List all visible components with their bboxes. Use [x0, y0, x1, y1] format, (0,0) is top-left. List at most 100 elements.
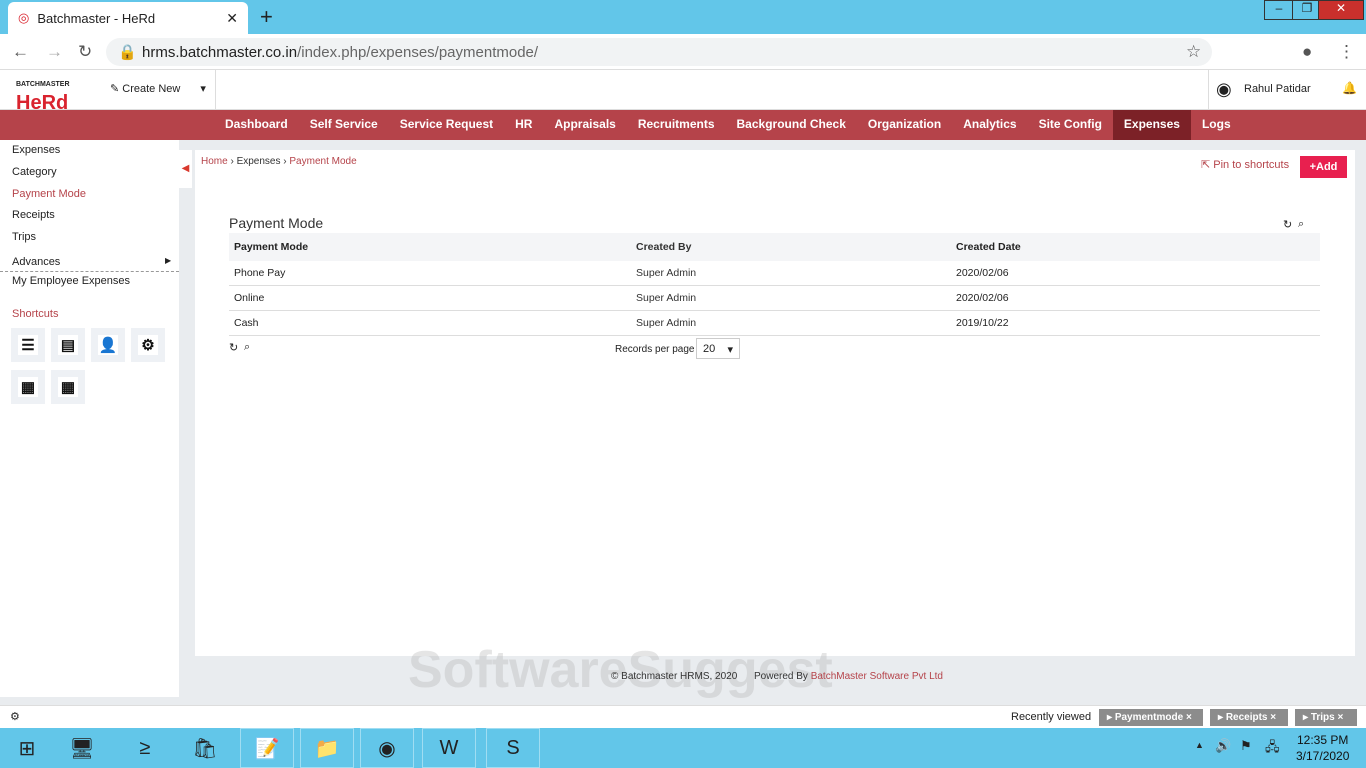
shortcut-gear-icon[interactable]: ⚙	[131, 328, 165, 362]
nav-site-config[interactable]: Site Config	[1028, 110, 1113, 140]
browser-tab[interactable]: ◎ Batchmaster - HeRd ✕	[8, 2, 248, 34]
caret-right-icon: ▶	[165, 256, 172, 265]
recent-item-receipts[interactable]: ▸ Receipts ×	[1210, 709, 1288, 726]
user-name[interactable]: Rahul Patidar	[1244, 83, 1311, 95]
sidebar-item-trips[interactable]: Trips	[12, 231, 36, 243]
store-icon[interactable]: 🛍	[178, 728, 232, 768]
shortcut-add-user-icon[interactable]: 👤	[91, 328, 125, 362]
chrome-icon[interactable]: ◉	[360, 728, 414, 768]
watermark: SoftwareSuggest	[408, 641, 833, 699]
shortcut-document-icon[interactable]: ☰	[11, 328, 45, 362]
recent-item-paymentmode[interactable]: ▸ Paymentmode ×	[1099, 709, 1203, 726]
records-per-page-select[interactable]: 20 ▾	[696, 338, 740, 359]
start-windows-icon[interactable]: ⊞	[0, 728, 54, 768]
volume-icon[interactable]: 🔊	[1215, 738, 1231, 754]
bookmark-star-icon[interactable]: ☆	[1186, 42, 1201, 62]
minimize-button[interactable]: –	[1264, 0, 1294, 20]
column-header[interactable]: Created By	[636, 241, 956, 253]
skype-icon[interactable]: S	[486, 728, 540, 768]
taskbar: ⊞ 🖥 ≥ 🛍 📝 📁 ◉ W S ▲ 🔊 ⚑ 🖧 12:35 PM 3/17/2…	[0, 728, 1366, 768]
shortcuts-label: Shortcuts	[12, 308, 59, 320]
breadcrumb-current: Payment Mode	[289, 156, 357, 167]
column-header[interactable]: Created Date	[956, 241, 1320, 253]
shortcut-user-document-icon[interactable]: ▤	[51, 328, 85, 362]
recently-viewed-label: Recently viewed	[1011, 711, 1092, 723]
nav-service-request[interactable]: Service Request	[389, 110, 504, 140]
close-tab-icon[interactable]: ✕	[226, 10, 238, 27]
column-header[interactable]: Payment Mode	[229, 241, 636, 253]
nav-dashboard[interactable]: Dashboard	[214, 110, 299, 140]
sidebar: Expenses Category Payment Mode Receipts …	[0, 140, 179, 697]
collapse-sidebar-icon[interactable]: ◀	[179, 150, 192, 188]
search-icon[interactable]: ⌕	[1298, 218, 1304, 231]
nav-logs[interactable]: Logs	[1191, 110, 1242, 140]
footer: © Batchmaster HRMS, 2020 Powered By Batc…	[611, 671, 943, 682]
settings-gear-icon[interactable]: ⚙	[10, 710, 20, 723]
powershell-icon[interactable]: ≥	[118, 728, 172, 768]
sidebar-item-receipts[interactable]: Receipts	[12, 209, 55, 221]
table-row[interactable]: Online Super Admin 2020/02/06	[229, 286, 1320, 311]
share-icon: ⇱	[1201, 159, 1214, 171]
nav-analytics[interactable]: Analytics	[952, 110, 1027, 140]
pin-to-shortcuts-button[interactable]: ⇱ Pin to shortcuts	[1201, 158, 1289, 171]
favicon-icon: ◎	[18, 10, 30, 25]
sidebar-item-expenses[interactable]: Expenses	[12, 144, 60, 156]
nav-self-service[interactable]: Self Service	[299, 110, 389, 140]
system-clock[interactable]: 12:35 PM 3/17/2020	[1296, 732, 1349, 764]
refresh-icon[interactable]: ↻	[229, 341, 238, 354]
sidebar-item-payment-mode[interactable]: Payment Mode	[12, 188, 86, 200]
notepad-icon[interactable]: 📝	[240, 728, 294, 768]
word-icon[interactable]: W	[422, 728, 476, 768]
records-per-page-label: Records per page	[615, 344, 695, 355]
nav-organization[interactable]: Organization	[857, 110, 952, 140]
breadcrumb-home[interactable]: Home	[201, 156, 228, 167]
sidebar-item-my-employee-expenses[interactable]: My Employee Expenses	[12, 275, 130, 287]
recent-item-trips[interactable]: ▸ Trips ×	[1295, 709, 1357, 726]
payment-mode-table: Payment Mode Created By Created Date Phone…	[229, 233, 1320, 336]
nav-background-check[interactable]: Background Check	[726, 110, 857, 140]
reload-icon[interactable]: ↻	[78, 42, 92, 62]
main-nav: Dashboard Self Service Service Request H…	[0, 110, 1366, 140]
file-explorer-icon[interactable]: 📁	[300, 728, 354, 768]
back-icon[interactable]: ←	[12, 42, 29, 62]
recently-viewed-bar: ⚙ Recently viewed ▸ Paymentmode × ▸ Rece…	[0, 705, 1366, 728]
bell-icon[interactable]: 🔔	[1342, 81, 1357, 95]
tray-overflow-icon[interactable]: ▲	[1195, 740, 1204, 750]
company-link[interactable]: BatchMaster Software Pvt Ltd	[811, 671, 943, 682]
sidebar-item-advances[interactable]: Advances	[12, 256, 60, 268]
menu-icon[interactable]: ⋮	[1338, 42, 1355, 62]
server-manager-icon[interactable]: 🖥	[55, 728, 109, 768]
breadcrumb: Home › Expenses › Payment Mode	[201, 156, 357, 167]
close-window-button[interactable]: ✕	[1318, 0, 1364, 20]
address-bar: ← → ↻ 🔒 hrms.batchmaster.co.in/index.php/…	[0, 34, 1366, 70]
shortcut-grid-icon[interactable]: ▦	[51, 370, 85, 404]
edit-icon: ✎	[110, 83, 123, 95]
table-row[interactable]: Cash Super Admin 2019/10/22	[229, 311, 1320, 336]
shortcut-grid-icon[interactable]: ▦	[11, 370, 45, 404]
nav-expenses[interactable]: Expenses	[1112, 110, 1191, 140]
action-center-flag-icon[interactable]: ⚑	[1240, 738, 1252, 754]
profile-icon[interactable]: ●	[1302, 42, 1312, 62]
new-tab-button[interactable]: +	[260, 4, 273, 30]
content-panel: Home › Expenses › Payment Mode ⇱ Pin to …	[195, 150, 1355, 656]
logo[interactable]: BATCHMASTER HeRd	[16, 76, 70, 113]
add-button[interactable]: +Add	[1300, 156, 1347, 178]
table-header: Payment Mode Created By Created Date	[229, 233, 1320, 261]
breadcrumb-expenses[interactable]: Expenses	[237, 156, 281, 167]
lock-icon: 🔒	[118, 44, 137, 61]
forward-icon[interactable]: →	[46, 42, 63, 62]
browser-tab-bar: ◎ Batchmaster - HeRd ✕ + – ❐ ✕	[0, 0, 1366, 34]
nav-appraisals[interactable]: Appraisals	[543, 110, 626, 140]
table-row[interactable]: Phone Pay Super Admin 2020/02/06	[229, 261, 1320, 286]
page-title: Payment Mode	[229, 215, 324, 231]
url-input[interactable]: 🔒 hrms.batchmaster.co.in/index.php/expens…	[106, 38, 1212, 66]
avatar[interactable]: ◉	[1216, 79, 1232, 100]
search-icon[interactable]: ⌕	[244, 341, 250, 354]
sidebar-item-category[interactable]: Category	[12, 166, 57, 178]
network-icon[interactable]: 🖧	[1265, 738, 1280, 760]
refresh-icon[interactable]: ↻	[1283, 218, 1292, 231]
app-header: BATCHMASTER HeRd ✎ Create New ▾ ◉ Rahul Pa…	[0, 70, 1366, 113]
nav-recruitments[interactable]: Recruitments	[627, 110, 726, 140]
create-new-dropdown[interactable]: ✎ Create New ▾	[110, 82, 206, 95]
nav-hr[interactable]: HR	[504, 110, 543, 140]
